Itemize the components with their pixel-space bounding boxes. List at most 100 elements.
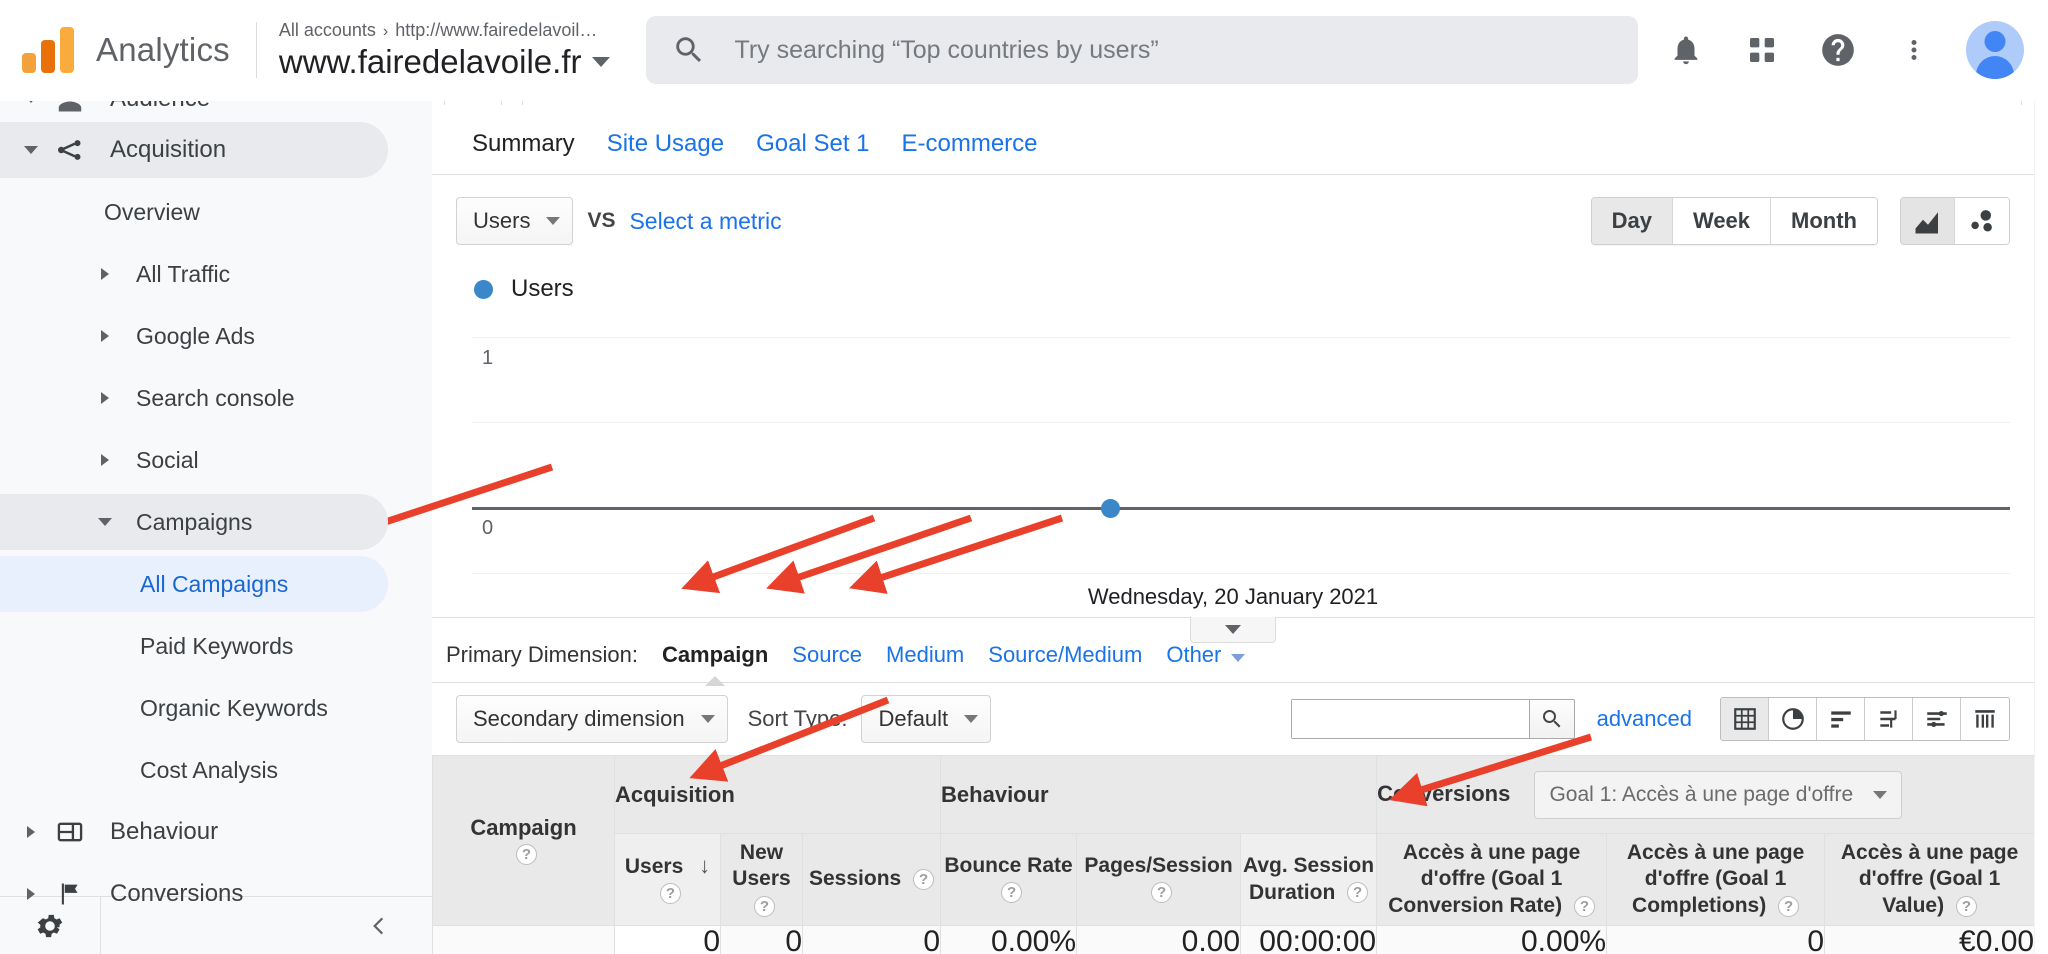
primary-dimension-other[interactable]: Other	[1166, 642, 1246, 668]
granularity-controls: Day Week Month	[1590, 197, 2010, 245]
table-group-conversions: Conversions Goal 1: Accès à une page d'o…	[1376, 755, 2036, 834]
sidebar-item-label: Acquisition	[110, 136, 227, 163]
table-search-box[interactable]	[1290, 699, 1529, 739]
sidebar-item-all-campaigns[interactable]: All Campaigns	[0, 553, 432, 615]
apps-grid-icon[interactable]	[1724, 12, 1800, 88]
help-icon[interactable]: ?	[516, 844, 537, 866]
select-a-metric-link[interactable]: Select a metric	[629, 208, 781, 235]
goal-selector[interactable]: Goal 1: Accès à une page d'offre	[1534, 770, 1903, 819]
summary-cell-goal1-conversion-rate: 0.00% Avg for View: 0.00% (0.00%)	[1376, 925, 1608, 954]
help-icon[interactable]: ?	[1347, 882, 1369, 904]
table-search-button[interactable]	[1528, 699, 1575, 739]
help-icon[interactable]: ?	[660, 883, 681, 905]
chevron-down-icon[interactable]	[592, 56, 611, 67]
primary-dimension-source-medium[interactable]: Source/Medium	[988, 642, 1142, 668]
breadcrumb[interactable]: All accounts › http://www.fairedelavoil…	[279, 20, 611, 41]
chevron-left-icon	[373, 917, 384, 934]
chevron-down-icon[interactable]	[16, 101, 46, 103]
sidebar-item-google-ads[interactable]: Google Ads	[0, 305, 432, 367]
scatter-plot-icon[interactable]	[1955, 198, 2009, 244]
primary-dimension-source[interactable]: Source	[792, 642, 862, 668]
granularity-month[interactable]: Month	[1771, 198, 1877, 244]
sidebar-item-cost-analysis[interactable]: Cost Analysis	[0, 739, 432, 801]
primary-metric-select[interactable]: Users	[456, 197, 574, 245]
sort-type-select[interactable]: Default	[861, 695, 992, 743]
help-icon[interactable]: ?	[913, 869, 935, 891]
help-icon[interactable]	[1800, 12, 1876, 88]
granularity-day[interactable]: Day	[1591, 198, 1673, 244]
tab-e-commerce[interactable]: E-commerce	[886, 130, 1054, 174]
global-search[interactable]	[646, 16, 1639, 84]
secondary-dimension-select[interactable]: Secondary dimension	[456, 695, 728, 743]
table-header-pages-session[interactable]: Pages/Session ?	[1076, 833, 1242, 926]
sidebar-item-paid-keywords[interactable]: Paid Keywords	[0, 615, 432, 677]
advanced-filter-link[interactable]: advanced	[1597, 706, 1692, 732]
sidebar-item-campaigns[interactable]: Campaigns	[0, 491, 432, 553]
help-icon[interactable]: ?	[1955, 895, 1977, 917]
sidebar-item-behaviour[interactable]: Behaviour	[0, 801, 432, 863]
table-header-goal1-value[interactable]: Accès à une page d'offre (Goal 1 Value) …	[1824, 833, 2036, 926]
help-icon[interactable]: ?	[1778, 895, 1800, 917]
property-name[interactable]: www.fairedelavoile.fr	[279, 43, 611, 81]
main-scrollbar[interactable]	[2034, 101, 2048, 954]
help-icon[interactable]: ?	[1001, 882, 1023, 904]
data-point-marker[interactable]	[1101, 499, 1120, 518]
help-icon[interactable]: ?	[754, 895, 775, 917]
search-icon	[1542, 710, 1561, 728]
table-header-sessions[interactable]: Sessions ?	[801, 833, 942, 926]
avatar[interactable]	[1966, 21, 2024, 79]
table-header-avg-session-duration[interactable]: Avg. Session Duration ?	[1240, 833, 1378, 926]
chevron-down-icon[interactable]	[90, 518, 120, 526]
gridline-top	[472, 337, 2010, 338]
primary-dimension-medium[interactable]: Medium	[886, 642, 964, 668]
tab-goal-set-1[interactable]: Goal Set 1	[740, 130, 885, 174]
chevron-down-icon[interactable]	[16, 146, 46, 154]
chevron-right-icon[interactable]	[90, 330, 120, 342]
breadcrumb-property[interactable]: http://www.fairedelavoil…	[395, 20, 597, 40]
sidebar-item-social[interactable]: Social	[0, 429, 432, 491]
help-icon[interactable]: ?	[1573, 895, 1595, 917]
sidebar-item-acquisition[interactable]: Acquisition	[0, 119, 432, 181]
account-selector[interactable]: All accounts › http://www.fairedelavoil… w…	[279, 20, 611, 81]
sidebar-item-audience[interactable]: Audience	[0, 101, 432, 119]
help-icon[interactable]: ?	[1151, 882, 1173, 904]
pivot-view-icon[interactable]	[1961, 698, 2009, 740]
table-header-bounce-rate[interactable]: Bounce Rate ?	[940, 833, 1078, 926]
more-vert-icon[interactable]	[1876, 12, 1952, 88]
collapse-nav-button[interactable]	[101, 913, 432, 939]
table-header-campaign[interactable]: Campaign ?	[432, 755, 615, 926]
notifications-bell-icon[interactable]	[1648, 12, 1724, 88]
breadcrumb-accounts[interactable]: All accounts	[279, 20, 376, 40]
table-header-goal1-completions[interactable]: Accès à une page d'offre (Goal 1 Complet…	[1606, 833, 1826, 926]
summary-cell-new-users: 0 % of Total:	[720, 925, 803, 954]
gear-icon[interactable]	[0, 910, 100, 942]
table-header-new-users[interactable]: New Users ?	[720, 833, 803, 926]
primary-dimension-campaign[interactable]: Campaign	[662, 642, 768, 668]
sidebar-item-overview[interactable]: Overview	[0, 181, 432, 243]
chevron-right-icon[interactable]	[90, 454, 120, 466]
table-search-input[interactable]	[1291, 700, 1529, 738]
sidebar-item-search-console[interactable]: Search console	[0, 367, 432, 429]
chevron-right-icon[interactable]	[16, 888, 46, 900]
table-view-icon[interactable]	[1721, 698, 1769, 740]
comparison-view-icon[interactable]	[1913, 698, 1961, 740]
table-header-goal1-conversion-rate[interactable]: Accès à une page d'offre (Goal 1 Convers…	[1376, 833, 1608, 926]
chevron-right-icon[interactable]	[90, 392, 120, 404]
chevron-right-icon[interactable]	[90, 268, 120, 280]
performance-view-icon[interactable]	[1865, 698, 1913, 740]
tab-site-usage[interactable]: Site Usage	[591, 130, 740, 174]
table-header-users[interactable]: Users ↓ ?	[614, 833, 721, 926]
sort-desc-icon[interactable]: ↓	[699, 852, 710, 880]
tab-summary[interactable]: Summary	[456, 130, 591, 174]
pie-chart-view-icon[interactable]	[1769, 698, 1817, 740]
bar-chart-view-icon[interactable]	[1817, 698, 1865, 740]
widget-top-notch	[432, 101, 2034, 117]
chevron-right-icon[interactable]	[16, 826, 46, 838]
campaigns-table: Campaign ? Acquisition Behaviour Convers…	[432, 755, 2036, 954]
sidebar-item-all-traffic[interactable]: All Traffic	[0, 243, 432, 305]
line-chart-icon[interactable]	[1901, 198, 1955, 244]
sidebar-item-organic-keywords[interactable]: Organic Keywords	[0, 677, 432, 739]
search-input[interactable]	[734, 35, 1613, 65]
granularity-week[interactable]: Week	[1672, 198, 1772, 244]
y-axis-tick-0: 0	[482, 517, 494, 539]
